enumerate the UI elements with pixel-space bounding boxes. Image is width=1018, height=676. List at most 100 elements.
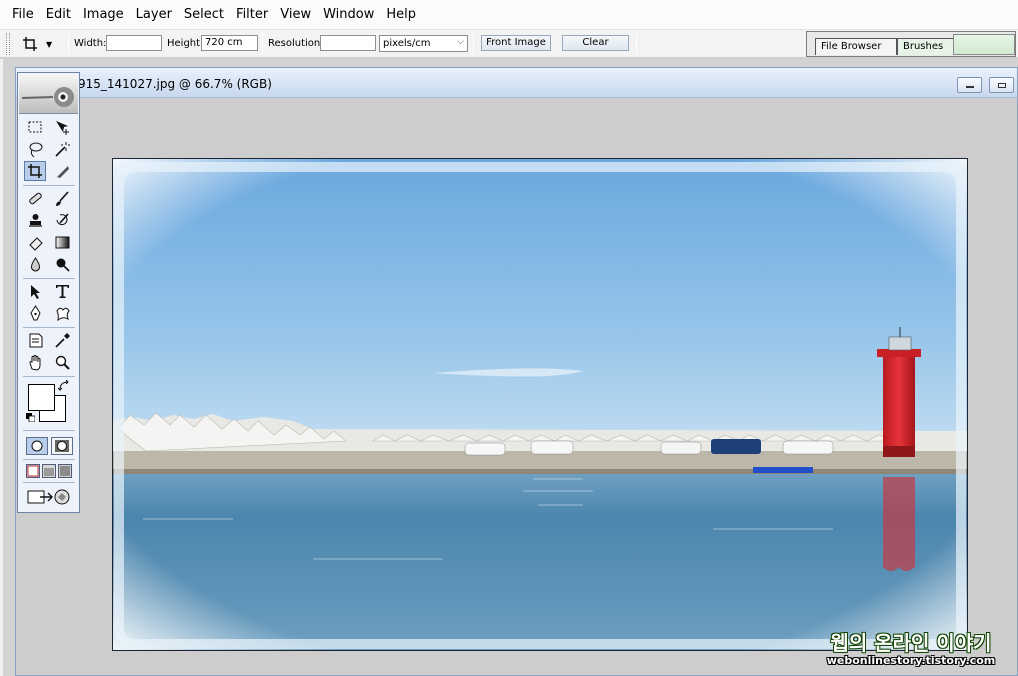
toolbox-divider: [23, 482, 75, 483]
chevron-down-icon: ▼: [46, 39, 53, 49]
width-label: Width:: [74, 38, 107, 49]
feather-eye-icon: [21, 87, 74, 107]
menu-view[interactable]: View: [274, 0, 317, 30]
front-image-button[interactable]: Front Image: [481, 35, 551, 51]
custom-shape-tool[interactable]: [51, 303, 73, 323]
toolbox-divider: [23, 376, 75, 377]
marquee-icon: [28, 121, 41, 132]
palette-well: File Browser Brushes: [806, 31, 1016, 57]
screen-mode-icon: [44, 468, 54, 476]
menu-filter[interactable]: Filter: [230, 0, 274, 30]
restore-icon: [998, 83, 1006, 88]
note-icon: [29, 333, 42, 347]
slice-icon: [56, 165, 69, 178]
pen-icon: [29, 304, 41, 320]
crop-icon: [27, 163, 42, 178]
bandage-icon: [28, 192, 42, 204]
toolbox-divider: [23, 278, 75, 279]
tab-brushes[interactable]: Brushes: [897, 38, 955, 55]
toolbox-divider: [23, 430, 75, 431]
options-separator: [262, 33, 263, 55]
brush-tool[interactable]: [51, 188, 73, 208]
menu-window[interactable]: Window: [317, 0, 380, 30]
type-tool[interactable]: [51, 281, 73, 301]
tool-preset-picker[interactable]: ▼: [22, 34, 64, 54]
eraser-icon: [28, 236, 43, 251]
full-screen-menu-mode-button[interactable]: [42, 464, 56, 478]
magic-wand-icon: [54, 141, 70, 157]
history-brush-tool[interactable]: [51, 210, 73, 230]
screen-mode-icon: [60, 466, 70, 476]
resolution-field[interactable]: [320, 35, 376, 51]
blur-tool[interactable]: [24, 254, 46, 274]
tab-file-browser[interactable]: File Browser: [815, 38, 897, 55]
notes-tool[interactable]: [24, 330, 46, 350]
menu-edit[interactable]: Edit: [40, 0, 77, 30]
harbor-lighthouse-photo: [113, 159, 967, 650]
eyedropper-tool[interactable]: [51, 330, 73, 350]
shape-icon: [55, 307, 70, 321]
rectangular-marquee-tool[interactable]: [24, 117, 46, 137]
type-icon: [55, 284, 69, 298]
menu-help[interactable]: Help: [380, 0, 422, 30]
drop-icon: [30, 256, 40, 271]
magic-wand-tool[interactable]: [51, 139, 73, 159]
eraser-tool[interactable]: [24, 232, 46, 252]
arrow-icon: [30, 284, 40, 299]
slice-tool[interactable]: [51, 161, 73, 181]
canvas-photo[interactable]: [112, 158, 968, 651]
brush-icon: [55, 190, 69, 206]
resolution-units-select[interactable]: pixels/cm ⌵: [379, 35, 468, 52]
toolbox: [17, 72, 80, 513]
toolbox-divider: [23, 459, 75, 460]
document-titlebar[interactable]: 915_141027.jpg @ 66.7% (RGB): [16, 68, 1017, 98]
width-field[interactable]: [106, 35, 162, 51]
quick-mask-mode-button[interactable]: [51, 437, 73, 455]
dodge-tool[interactable]: [51, 254, 73, 274]
standard-mode-button[interactable]: [26, 437, 48, 455]
pen-tool[interactable]: [24, 303, 46, 323]
resolution-label: Resolution:: [268, 38, 324, 49]
foreground-color-swatch[interactable]: [28, 384, 55, 411]
toolbox-divider: [23, 327, 75, 328]
zoom-tool[interactable]: [51, 352, 73, 372]
options-separator: [473, 33, 474, 55]
path-selection-tool[interactable]: [24, 281, 46, 301]
clone-stamp-tool[interactable]: [24, 210, 46, 230]
options-bar-grip[interactable]: [6, 33, 10, 55]
default-colors-icon[interactable]: [26, 413, 35, 422]
menu-image[interactable]: Image: [77, 0, 130, 30]
watermark-korean-text: 웹의 온라인 이야기: [830, 631, 992, 655]
hand-tool[interactable]: [24, 352, 46, 372]
minimize-icon: [966, 86, 974, 88]
menu-layer[interactable]: Layer: [130, 0, 178, 30]
menu-select[interactable]: Select: [178, 0, 230, 30]
height-field[interactable]: 720 cm: [201, 35, 258, 51]
standard-screen-mode-button[interactable]: [26, 464, 40, 478]
jump-to-imageready-button[interactable]: [26, 487, 72, 507]
restore-button[interactable]: [989, 77, 1014, 93]
options-separator: [636, 33, 637, 55]
minimize-button[interactable]: [957, 77, 982, 93]
magnifier-icon: [55, 355, 70, 370]
clear-button[interactable]: Clear: [562, 35, 629, 51]
move-icon: [55, 120, 69, 135]
quick-mask-icon: [55, 440, 69, 452]
menu-file[interactable]: File: [6, 0, 40, 30]
healing-brush-tool[interactable]: [24, 188, 46, 208]
palette-well-empty: [953, 34, 1015, 55]
swap-colors-icon[interactable]: [58, 380, 70, 392]
crop-icon: [23, 37, 37, 51]
watermark-url-text: webonlinestory.tistory.com: [826, 654, 996, 667]
standard-mode-icon: [31, 440, 43, 452]
document-title: 915_141027.jpg @ 66.7% (RGB): [78, 77, 272, 91]
screen-mode-icon: [27, 465, 39, 477]
full-screen-mode-button[interactable]: [58, 464, 72, 478]
lasso-tool[interactable]: [24, 139, 46, 159]
crop-tool[interactable]: [24, 161, 46, 181]
lasso-icon: [29, 142, 42, 157]
move-tool[interactable]: [51, 117, 73, 137]
toolbox-header-logo[interactable]: [19, 74, 78, 114]
toolbox-divider: [23, 185, 75, 186]
gradient-tool[interactable]: [51, 232, 73, 252]
